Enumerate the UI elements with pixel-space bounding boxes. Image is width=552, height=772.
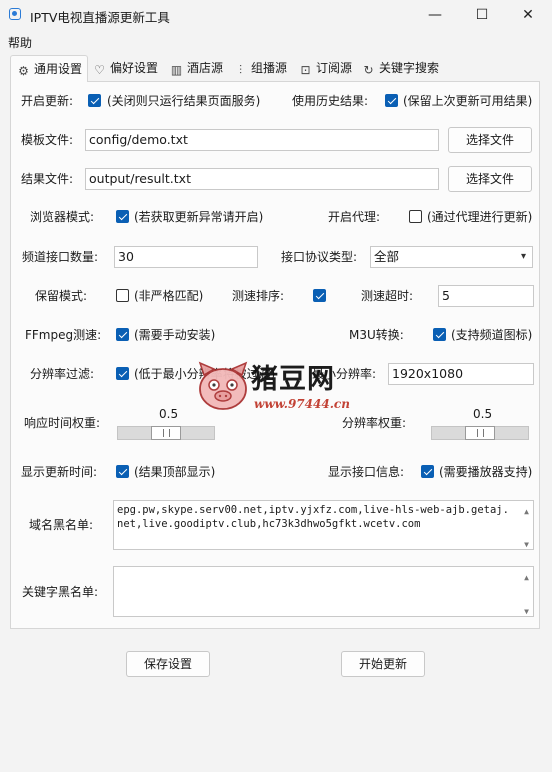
resolution-weight-value: 0.5	[473, 407, 493, 421]
browser-mode-desc: (若获取更新异常请开启)	[134, 210, 264, 224]
tab-label: 酒店源	[187, 61, 224, 75]
show-interface-info-label: 显示接口信息:	[328, 465, 405, 479]
use-history-desc: (保留上次更新可用结果)	[403, 94, 533, 108]
result-file-select-button[interactable]: 选择文件	[448, 166, 532, 192]
channel-count-label: 频道接口数量:	[22, 250, 99, 264]
min-resolution-input[interactable]: 1920x1080	[388, 363, 534, 385]
ffmpeg-test-label: FFmpeg测速:	[25, 328, 102, 342]
template-file-label: 模板文件:	[21, 133, 74, 147]
tab-label: 通用设置	[34, 62, 83, 76]
response-weight-slider[interactable]	[117, 426, 215, 440]
template-file-input[interactable]: config/demo.txt	[85, 129, 439, 151]
bookmark-icon: ⊡	[300, 63, 311, 77]
scroll-down-icon[interactable]: ▼	[524, 605, 529, 616]
scroll-up-icon[interactable]: ▲	[524, 571, 529, 585]
domain-blacklist-textarea[interactable]: epg.pw,skype.serv00.net,iptv.yjxfz.com,l…	[113, 500, 534, 550]
slider-thumb[interactable]	[151, 426, 181, 440]
speed-sort-label: 测速排序:	[232, 289, 285, 303]
response-weight-value: 0.5	[159, 407, 179, 421]
channel-count-input[interactable]: 30	[114, 246, 258, 268]
chevron-down-icon: ▾	[520, 251, 526, 262]
speed-timeout-label: 测速超时:	[361, 289, 414, 303]
speed-sort-checkbox[interactable]	[313, 289, 326, 302]
tab-general[interactable]: ⚙ 通用设置	[10, 55, 88, 82]
show-update-time-desc: (结果顶部显示)	[134, 465, 216, 479]
menu-help[interactable]: 帮助	[8, 34, 32, 51]
tab-hotel[interactable]: ▥ 酒店源	[170, 55, 223, 81]
response-weight-label: 响应时间权重:	[24, 416, 101, 430]
tab-label: 关键字搜索	[379, 61, 440, 75]
m3u-convert-checkbox[interactable]	[433, 328, 446, 341]
start-update-button[interactable]: 开始更新	[341, 651, 425, 677]
open-update-checkbox[interactable]	[88, 94, 101, 107]
domain-blacklist-label: 域名黑名单:	[29, 518, 94, 532]
open-proxy-checkbox[interactable]	[409, 210, 422, 223]
tab-label: 组播源	[251, 61, 288, 75]
result-file-label: 结果文件:	[21, 172, 74, 186]
scroll-up-icon[interactable]: ▲	[524, 505, 529, 519]
browser-mode-checkbox[interactable]	[116, 210, 129, 223]
protocol-type-select[interactable]: 全部 ▾	[370, 246, 533, 268]
protocol-type-label: 接口协议类型:	[281, 250, 358, 264]
tab-preferences[interactable]: ♡ 偏好设置	[93, 55, 158, 81]
template-file-select-button[interactable]: 选择文件	[448, 127, 532, 153]
resolution-weight-label: 分辨率权重:	[342, 416, 407, 430]
gear-icon: ⚙	[18, 64, 29, 78]
keep-mode-desc: (非严格匹配)	[134, 289, 204, 303]
tab-keyword-search[interactable]: ↻ 关键字搜索	[362, 55, 439, 81]
maximize-button[interactable]: ☐	[459, 0, 505, 30]
resolution-filter-label: 分辨率过滤:	[30, 367, 95, 381]
speed-timeout-input[interactable]: 5	[438, 285, 534, 307]
show-interface-info-desc: (需要播放器支持)	[439, 465, 533, 479]
tab-label: 偏好设置	[110, 61, 159, 75]
open-proxy-label: 开启代理:	[328, 210, 381, 224]
domain-blacklist-text: epg.pw,skype.serv00.net,iptv.yjxfz.com,l…	[117, 504, 509, 530]
open-update-label: 开启更新:	[21, 94, 74, 108]
m3u-convert-desc: (支持频道图标)	[451, 328, 533, 342]
keep-mode-checkbox[interactable]	[116, 289, 129, 302]
ffmpeg-test-checkbox[interactable]	[116, 328, 129, 341]
resolution-weight-slider[interactable]	[431, 426, 529, 440]
hotel-icon: ▥	[170, 63, 183, 77]
ffmpeg-test-desc: (需要手动安装)	[134, 328, 216, 342]
tab-multicast[interactable]: ⫶ 组播源	[234, 55, 287, 81]
browser-mode-label: 浏览器模式:	[30, 210, 95, 224]
close-button[interactable]: ✕	[505, 0, 551, 30]
watermark-brand: 猪豆网	[251, 364, 335, 395]
title-bar: IPTV电视直播源更新工具 — ☐ ✕	[0, 0, 552, 30]
search-refresh-icon: ↻	[363, 63, 374, 77]
watermark-logo: 猪豆网 www.97444.cn	[196, 357, 366, 417]
keyword-blacklist-label: 关键字黑名单:	[22, 585, 99, 599]
multicast-icon: ⫶	[238, 63, 242, 77]
minimize-button[interactable]: —	[412, 0, 458, 30]
show-update-time-checkbox[interactable]	[116, 465, 129, 478]
tab-subscribe[interactable]: ⊡ 订阅源	[299, 55, 352, 81]
save-settings-button[interactable]: 保存设置	[126, 651, 210, 677]
protocol-type-value: 全部	[374, 249, 400, 264]
slider-thumb[interactable]	[465, 426, 495, 440]
m3u-convert-label: M3U转换:	[349, 328, 404, 342]
resolution-filter-checkbox[interactable]	[116, 367, 129, 380]
window-title: IPTV电视直播源更新工具	[30, 10, 170, 25]
keep-mode-label: 保留模式:	[35, 289, 88, 303]
heart-icon: ♡	[94, 63, 105, 77]
open-update-desc: (关闭则只运行结果页面服务)	[107, 94, 261, 108]
use-history-checkbox[interactable]	[385, 94, 398, 107]
keyword-blacklist-textarea[interactable]: ▲ ▼	[113, 566, 534, 617]
show-update-time-label: 显示更新时间:	[21, 465, 98, 479]
tab-label: 订阅源	[316, 61, 353, 75]
use-history-label: 使用历史结果:	[292, 94, 369, 108]
pig-logo-icon	[198, 361, 248, 410]
scroll-down-icon[interactable]: ▼	[524, 538, 529, 549]
show-interface-info-checkbox[interactable]	[421, 465, 434, 478]
open-proxy-desc: (通过代理进行更新)	[427, 210, 533, 224]
menu-bar	[0, 30, 552, 52]
app-icon	[9, 8, 21, 20]
result-file-input[interactable]: output/result.txt	[85, 168, 439, 190]
watermark-url: www.97444.cn	[254, 397, 350, 411]
